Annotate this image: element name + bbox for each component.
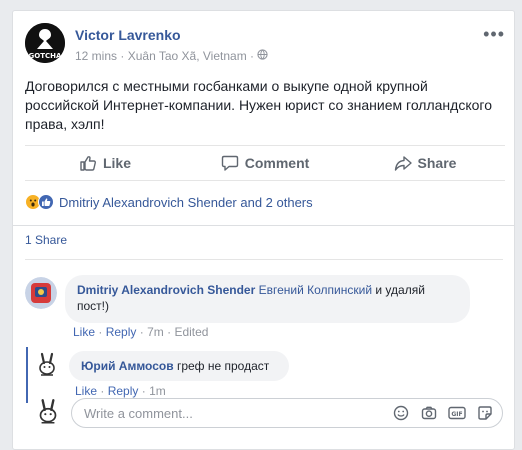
comment-composer: Write a comment... GIF — [25, 395, 505, 431]
comment-button[interactable]: Comment — [185, 146, 345, 180]
divider — [13, 225, 514, 226]
post-header: GOTCHA Victor Lavrenko 12 mins · Xuân Ta… — [25, 23, 505, 67]
author-name[interactable]: Victor Lavrenko — [75, 27, 181, 43]
reactions-text: Dmitriy Alexandrovich Shender and 2 othe… — [59, 194, 313, 210]
comment-input[interactable]: Write a comment... GIF — [71, 398, 503, 428]
comment-bubble: Юрий Аммосов греф не продаст — [69, 351, 289, 381]
author-avatar-image: GOTCHA — [25, 23, 65, 63]
commenter-avatar[interactable] — [33, 351, 61, 379]
like-button[interactable]: Like — [25, 146, 185, 180]
like-icon — [80, 156, 96, 171]
ellipsis-icon[interactable]: ••• — [483, 25, 505, 43]
comment-reply-link[interactable]: Reply — [106, 325, 137, 339]
avatar-image — [33, 351, 61, 379]
globe-icon[interactable] — [257, 49, 269, 63]
comment-edited[interactable]: Edited — [174, 325, 208, 339]
reactions-summary[interactable]: Dmitriy Alexandrovich Shender and 2 othe… — [25, 191, 313, 213]
dot: · — [98, 325, 106, 339]
divider — [25, 259, 503, 260]
share-button[interactable]: Share — [345, 146, 505, 180]
post-text: Договорился с местными госбанками о выку… — [25, 78, 492, 132]
comment-mention[interactable]: Евгений Колпинский — [259, 283, 372, 297]
emoji-icon[interactable] — [392, 404, 410, 422]
post-actions: Like Comment Share — [25, 145, 505, 181]
commenter-avatar[interactable] — [25, 277, 57, 309]
commenter-name[interactable]: Юрий Аммосов — [81, 359, 174, 373]
gif-icon[interactable]: GIF — [448, 404, 466, 422]
shares-count[interactable]: 1 Share — [25, 233, 67, 247]
comment-label: Comment — [244, 155, 310, 171]
svg-text:GIF: GIF — [451, 411, 462, 418]
commenter-name[interactable]: Dmitriy Alexandrovich Shender — [77, 283, 255, 297]
dot: · — [139, 325, 148, 339]
avatar-image — [33, 397, 63, 427]
comment-bubble: Dmitriy Alexandrovich Shender Евгений Ко… — [65, 275, 470, 323]
share-label: Share — [417, 155, 457, 171]
comment-time[interactable]: 7m — [147, 325, 164, 339]
author-avatar[interactable]: GOTCHA — [25, 23, 65, 63]
svg-text:GOTCHA: GOTCHA — [29, 52, 62, 60]
post-card: GOTCHA Victor Lavrenko 12 mins · Xuân Ta… — [12, 10, 515, 450]
post-meta: 12 mins · Xuân Tao Xã, Vietnam · — [75, 49, 269, 63]
like-reaction-icon — [38, 194, 54, 210]
comment-like-link[interactable]: Like — [73, 325, 95, 339]
post-location[interactable]: Xuân Tao Xã, Vietnam — [128, 49, 247, 63]
sticker-icon[interactable] — [476, 404, 494, 422]
share-icon — [394, 156, 412, 171]
post-time[interactable]: 12 mins — [75, 49, 117, 63]
avatar-image — [25, 277, 57, 309]
like-label: Like — [102, 155, 131, 171]
meta-separator: · — [120, 49, 128, 63]
comment-actions: Like · Reply · 7m · Edited — [73, 325, 208, 339]
comment-placeholder: Write a comment... — [84, 406, 193, 421]
current-user-avatar[interactable] — [33, 397, 63, 427]
camera-icon[interactable] — [420, 404, 438, 422]
comment-text: греф не продаст — [173, 359, 270, 373]
comment-icon — [221, 155, 238, 171]
composer-icons: GIF — [392, 404, 494, 422]
